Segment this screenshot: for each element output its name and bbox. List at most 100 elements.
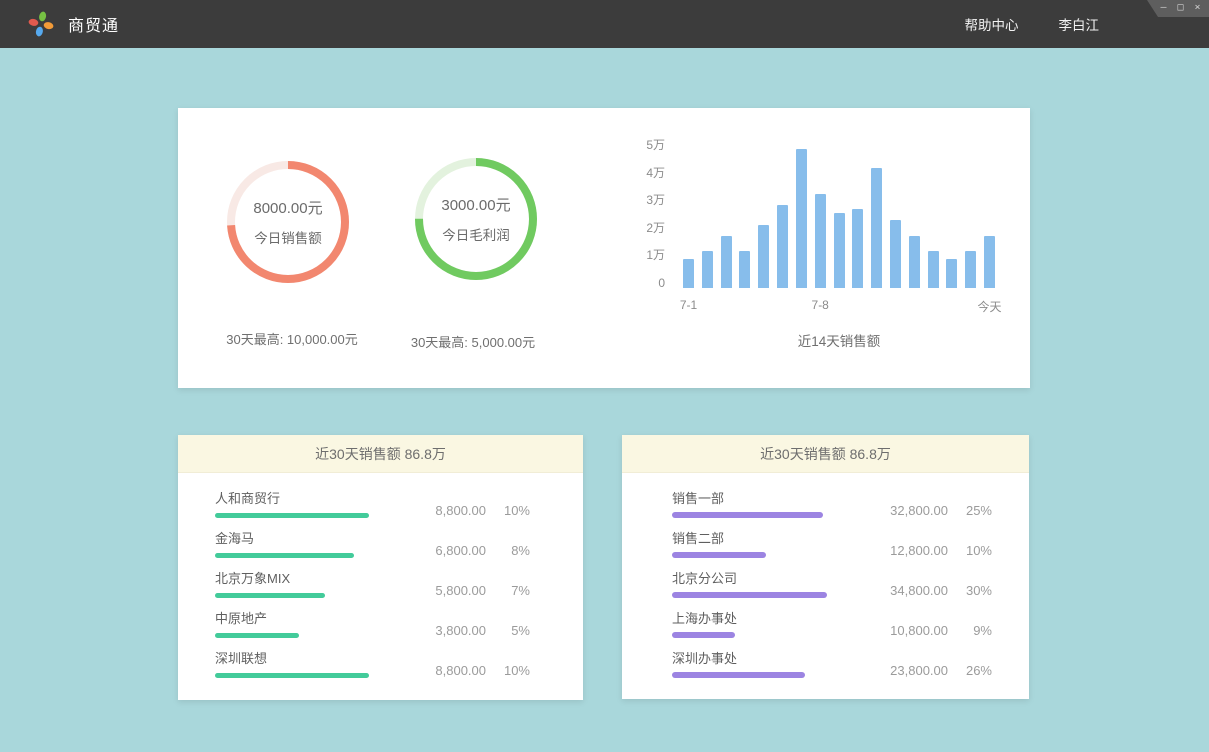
list-item-amount: 10,800.00	[890, 623, 948, 638]
list-item[interactable]: 深圳办事处 23,800.00 26%	[672, 651, 992, 678]
list-item-progress-bar	[672, 552, 766, 558]
y-axis-tick-label: 4万	[613, 166, 665, 180]
list-item-amount: 32,800.00	[890, 503, 948, 518]
list-item[interactable]: 人和商贸行 8,800.00 10%	[215, 491, 530, 518]
y-axis-tick-label: 2万	[613, 221, 665, 235]
list-item-progress-bar	[672, 512, 823, 518]
today-sales-value: 8000.00元	[253, 197, 322, 218]
list-item-name: 销售二部	[672, 531, 890, 546]
today-sales-donut: 8000.00元 今日销售额	[226, 160, 350, 284]
list-item-name: 北京万象MIX	[215, 571, 435, 586]
logo-petals	[28, 11, 54, 37]
chart-bar[interactable]	[871, 168, 882, 288]
y-axis-tick-label: 0	[613, 276, 665, 290]
x-axis-tick-label: 7-8	[812, 298, 829, 312]
list-item-progress-bar	[672, 672, 805, 678]
app-logo-pinwheel-icon	[28, 11, 54, 37]
chart-bar[interactable]	[909, 236, 920, 288]
app-title: 商贸通	[68, 12, 119, 36]
chart-bar[interactable]	[984, 236, 995, 288]
list-item-amount: 5,800.00	[435, 583, 486, 598]
sales-14day-bar-chart: 5万4万3万2万1万0 7-17-8今天 近14天销售额	[613, 108, 1030, 388]
chart-plot-area	[683, 138, 995, 288]
chart-bar[interactable]	[852, 209, 863, 288]
list-item-progress-bar	[215, 513, 369, 518]
departments-sales-card: 近30天销售额 86.8万 销售一部 32,800.00 25% 销售二部 12…	[622, 435, 1029, 699]
close-button[interactable]: ×	[1189, 0, 1206, 17]
chart-bar[interactable]	[721, 236, 732, 288]
list-item-percent: 10%	[486, 503, 530, 518]
list-item-percent: 10%	[948, 543, 992, 558]
today-profit-donut: 3000.00元 今日毛利润	[414, 157, 538, 281]
list-item[interactable]: 中原地产 3,800.00 5%	[215, 611, 530, 638]
chart-bar[interactable]	[965, 251, 976, 288]
y-axis-tick-label: 3万	[613, 193, 665, 207]
list-item[interactable]: 深圳联想 8,800.00 10%	[215, 651, 530, 678]
chart-x-axis: 7-17-8今天	[683, 298, 995, 314]
chart-bar[interactable]	[739, 251, 750, 288]
chart-bar[interactable]	[815, 194, 826, 288]
chart-bar[interactable]	[890, 220, 901, 288]
list-item[interactable]: 销售一部 32,800.00 25%	[672, 491, 992, 518]
list-item-progress-bar	[215, 673, 369, 678]
list-item-percent: 26%	[948, 663, 992, 678]
username-menu[interactable]: 李白江	[1059, 14, 1100, 34]
chart-bar[interactable]	[777, 205, 788, 288]
list-item-name: 销售一部	[672, 491, 890, 506]
customers-sales-card: 近30天销售额 86.8万 人和商贸行 8,800.00 10% 金海马 6,8…	[178, 435, 583, 700]
list-item-name: 深圳联想	[215, 651, 435, 666]
list-item-amount: 34,800.00	[890, 583, 948, 598]
today-profit-label: 今日毛利润	[442, 224, 510, 244]
list-item-amount: 8,800.00	[435, 663, 486, 678]
list-item-progress-bar	[215, 553, 354, 558]
y-axis-tick-label: 5万	[613, 138, 665, 152]
list-item-progress-bar	[672, 632, 735, 638]
list-item[interactable]: 销售二部 12,800.00 10%	[672, 531, 992, 558]
profit-30day-max: 30天最高: 5,000.00元	[411, 332, 535, 351]
list-item[interactable]: 北京分公司 34,800.00 30%	[672, 571, 992, 598]
departments-list: 销售一部 32,800.00 25% 销售二部 12,800.00 10% 北京…	[622, 473, 1029, 678]
chart-bar[interactable]	[834, 213, 845, 288]
list-item-percent: 7%	[486, 583, 530, 598]
chart-bar[interactable]	[946, 259, 957, 288]
list-item-name: 上海办事处	[672, 611, 890, 626]
list-item[interactable]: 北京万象MIX 5,800.00 7%	[215, 571, 530, 598]
list-item-name: 人和商贸行	[215, 491, 435, 506]
list-item-percent: 8%	[486, 543, 530, 558]
list-item-progress-bar	[672, 592, 827, 598]
list-item-progress-bar	[215, 633, 299, 638]
x-axis-tick-label: 7-1	[680, 298, 697, 312]
summary-card: 8000.00元 今日销售额 30天最高: 10,000.00元 3000.00…	[178, 108, 1030, 388]
chart-bar[interactable]	[928, 251, 939, 288]
today-profit-value: 3000.00元	[441, 194, 510, 215]
list-item-name: 深圳办事处	[672, 651, 890, 666]
customers-list: 人和商贸行 8,800.00 10% 金海马 6,800.00 8% 北京万象M…	[178, 473, 583, 678]
list-item-percent: 10%	[486, 663, 530, 678]
chart-title: 近14天销售额	[798, 330, 881, 350]
list-item-amount: 12,800.00	[890, 543, 948, 558]
list-item-name: 北京分公司	[672, 571, 890, 586]
titlebar: 商贸通 帮助中心 李白江 — □ ×	[0, 0, 1209, 48]
minimize-button[interactable]: —	[1155, 0, 1172, 17]
window-controls: — □ ×	[1147, 0, 1209, 17]
list-item-amount: 3,800.00	[435, 623, 486, 638]
list-item-percent: 30%	[948, 583, 992, 598]
list-item-amount: 6,800.00	[435, 543, 486, 558]
list-item[interactable]: 上海办事处 10,800.00 9%	[672, 611, 992, 638]
list-item-percent: 25%	[948, 503, 992, 518]
departments-card-title: 近30天销售额 86.8万	[622, 435, 1029, 473]
list-item-percent: 5%	[486, 623, 530, 638]
help-center-link[interactable]: 帮助中心	[965, 14, 1019, 34]
list-item-amount: 8,800.00	[435, 503, 486, 518]
chart-bar[interactable]	[683, 259, 694, 288]
maximize-button[interactable]: □	[1172, 0, 1189, 17]
chart-bar[interactable]	[758, 225, 769, 288]
chart-bar[interactable]	[796, 149, 807, 288]
list-item-progress-bar	[215, 593, 325, 598]
sales-30day-max: 30天最高: 10,000.00元	[226, 329, 358, 348]
chart-bar[interactable]	[702, 251, 713, 288]
today-sales-label: 今日销售额	[254, 227, 322, 247]
list-item-amount: 23,800.00	[890, 663, 948, 678]
y-axis-tick-label: 1万	[613, 248, 665, 262]
list-item[interactable]: 金海马 6,800.00 8%	[215, 531, 530, 558]
